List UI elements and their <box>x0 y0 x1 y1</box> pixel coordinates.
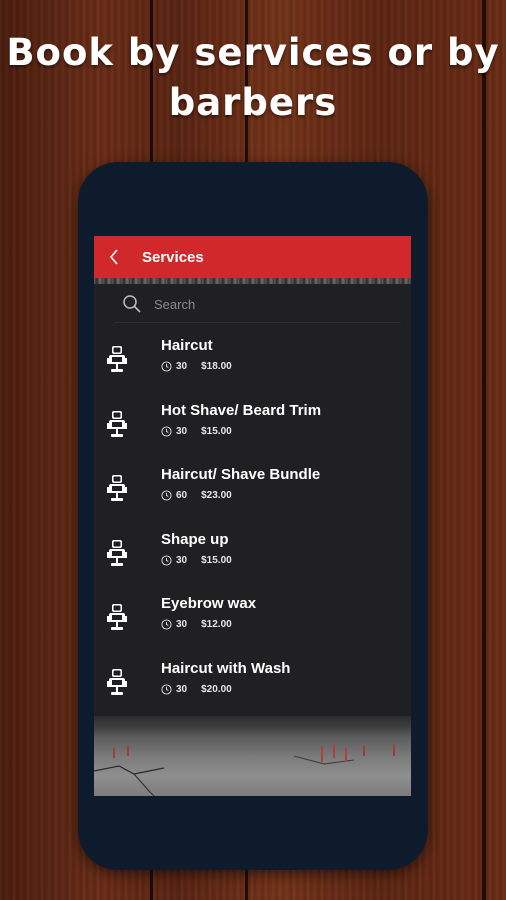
service-name: Haircut/ Shave Bundle <box>161 466 321 483</box>
barber-chair-icon <box>107 604 127 630</box>
search-bar[interactable]: Search <box>114 286 401 323</box>
service-price: $15.00 <box>201 554 232 566</box>
concrete-floor-image <box>94 716 411 796</box>
service-duration: 60 <box>176 490 188 501</box>
search-icon <box>123 295 141 313</box>
back-button[interactable] <box>94 236 134 278</box>
service-price: $20.00 <box>201 683 232 695</box>
service-item-eyebrow-wax[interactable]: Eyebrow wax 30 $12.00 <box>94 587 411 652</box>
headline-line-2: barbers <box>168 81 338 124</box>
clock-icon <box>161 619 172 630</box>
barber-chair-icon <box>107 346 127 372</box>
service-price: $12.00 <box>201 619 232 630</box>
service-name: Eyebrow wax <box>161 595 257 612</box>
clock-icon <box>161 361 172 372</box>
services-list: Haircut 30 $18.00 Hot Shave/ Beard Trim … <box>94 329 411 716</box>
header-texture <box>94 278 411 284</box>
service-price: $23.00 <box>201 490 232 501</box>
clock-icon <box>161 425 172 437</box>
service-name: Haircut with Wash <box>161 659 291 677</box>
barber-chair-icon <box>107 475 127 501</box>
barber-chair-icon <box>107 539 127 566</box>
service-duration: 30 <box>176 683 188 695</box>
service-item-hot-shave[interactable]: Hot Shave/ Beard Trim 30 $15.00 <box>94 394 411 459</box>
service-price: $18.00 <box>201 361 232 372</box>
service-duration: 30 <box>176 619 188 630</box>
promo-headline: Book by services or by barbers <box>0 28 506 128</box>
service-name: Hot Shave/ Beard Trim <box>161 401 322 419</box>
headline-line-1: Book by services or by <box>6 31 500 74</box>
service-duration: 30 <box>176 361 188 372</box>
search-input[interactable]: Search <box>154 297 195 312</box>
service-item-shave-bundle[interactable]: Haircut/ Shave Bundle 60 $23.00 <box>94 458 411 523</box>
service-item-haircut[interactable]: Haircut 30 $18.00 <box>94 329 411 394</box>
app-bar: Services <box>94 236 411 278</box>
barber-chair-icon <box>107 410 127 437</box>
clock-icon <box>161 683 172 695</box>
barber-chair-icon <box>107 668 127 695</box>
service-duration: 30 <box>176 425 188 437</box>
service-item-haircut-wash[interactable]: Haircut with Wash 30 $20.00 <box>94 652 411 717</box>
clock-icon <box>161 554 172 566</box>
service-duration: 30 <box>176 554 188 566</box>
service-item-shape-up[interactable]: Shape up 30 $15.00 <box>94 523 411 588</box>
chevron-left-icon <box>109 249 118 265</box>
service-name: Haircut <box>161 337 213 354</box>
clock-icon <box>161 490 172 501</box>
service-price: $15.00 <box>201 425 232 437</box>
app-screen: Services Search Haircut 30 $18.00 Hot Sh… <box>94 236 411 796</box>
service-name: Shape up <box>161 530 229 548</box>
page-title: Services <box>142 248 204 266</box>
